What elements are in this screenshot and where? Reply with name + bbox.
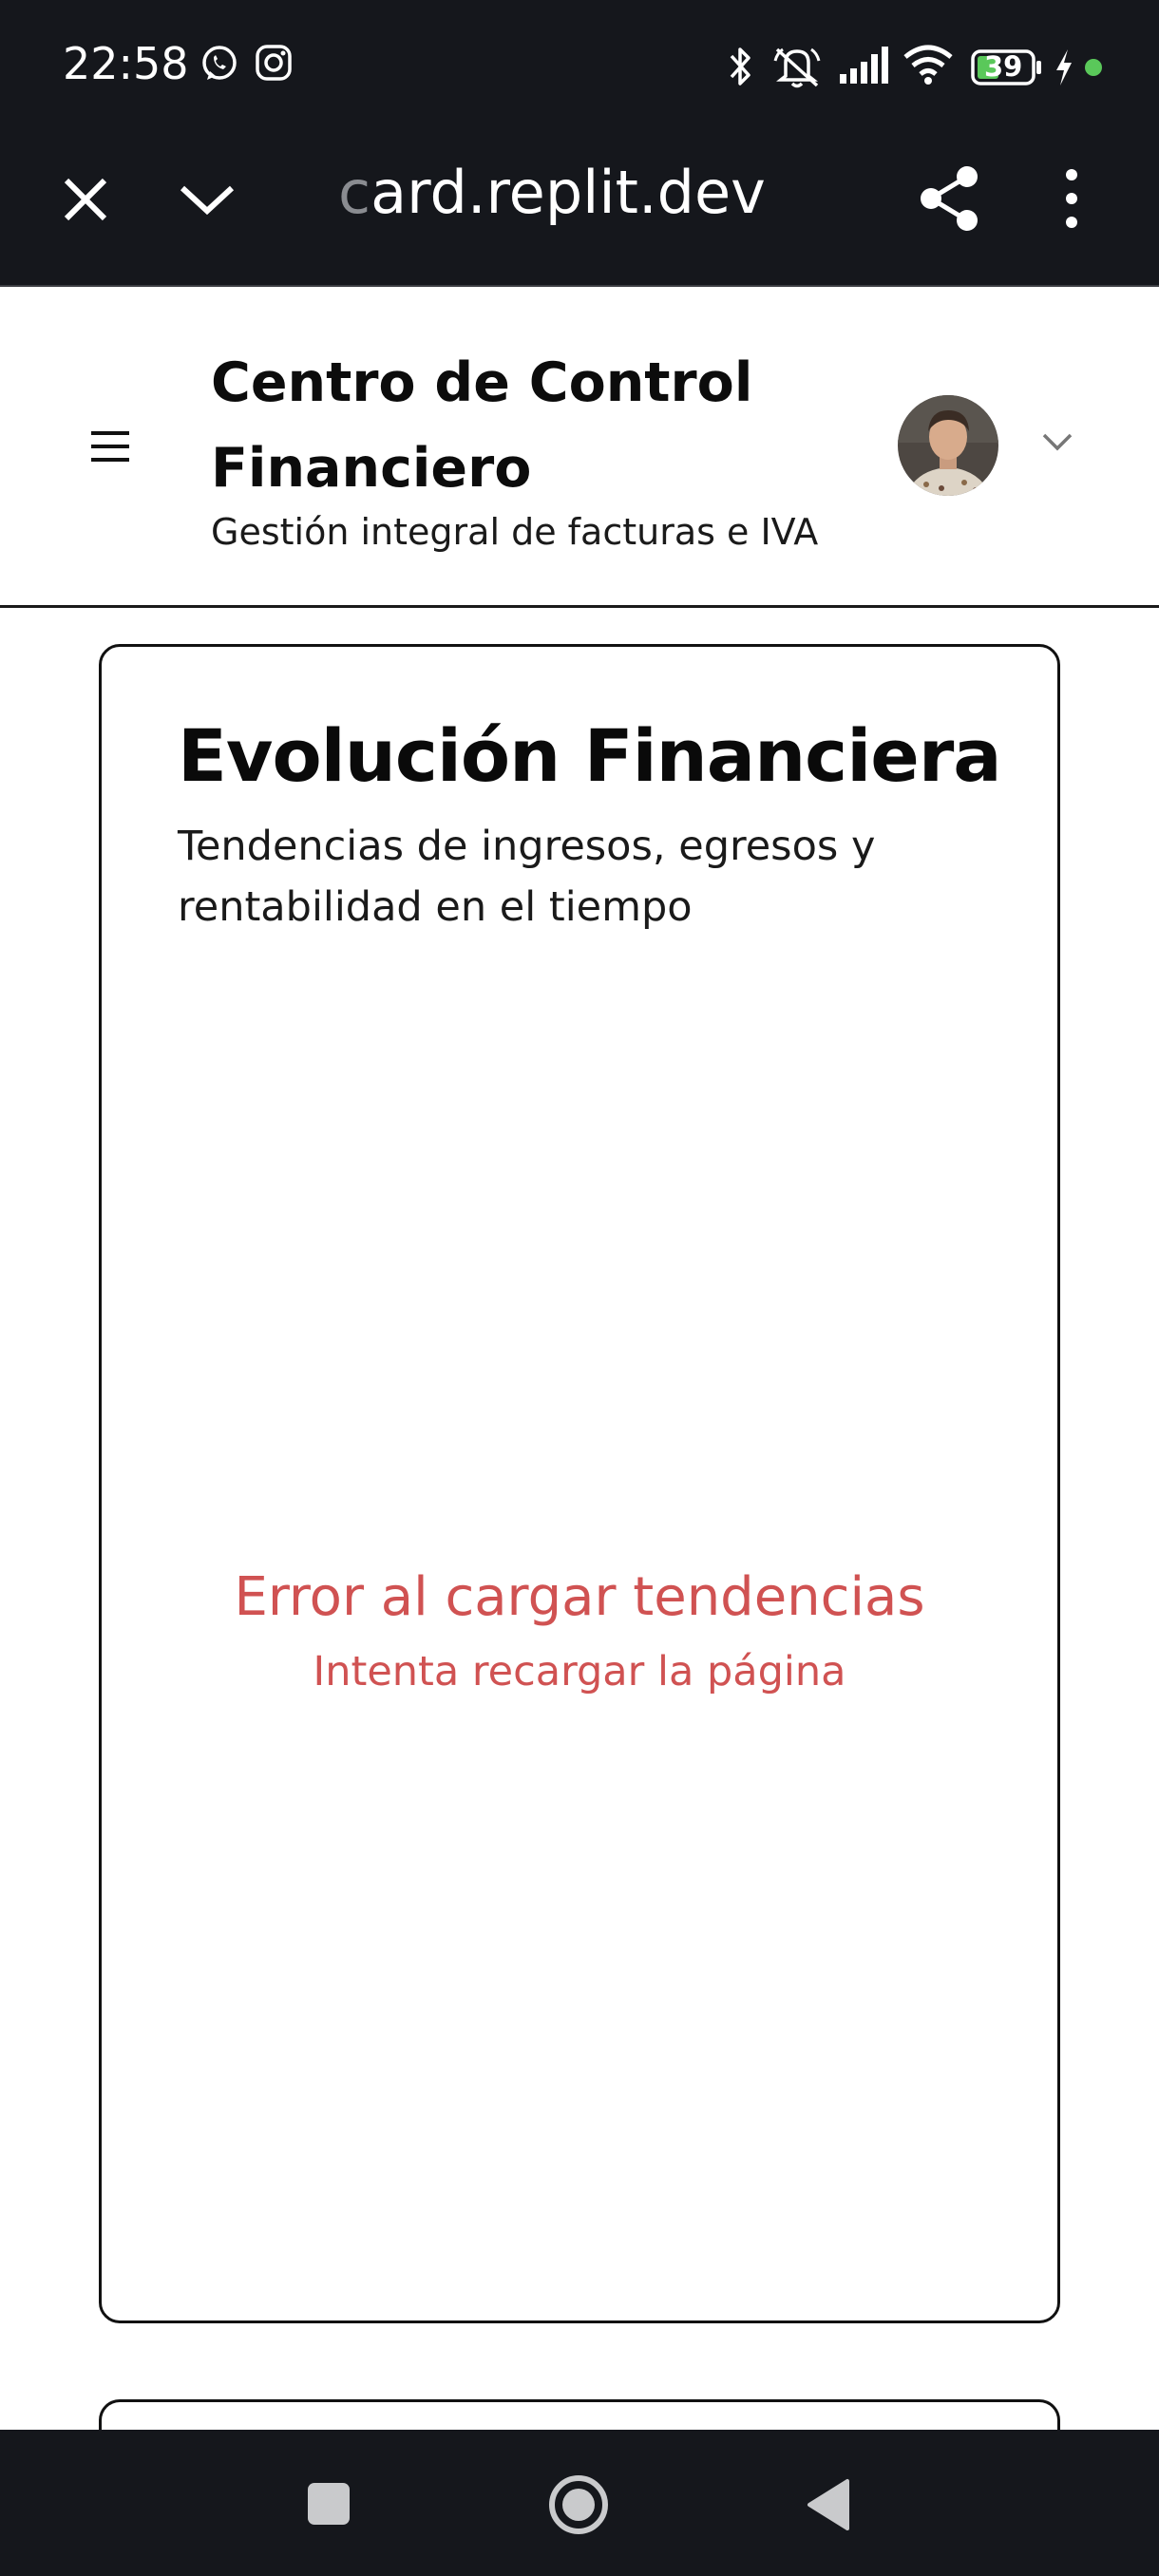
wifi-icon — [903, 45, 953, 85]
page-subtitle: Gestión integral de facturas e IVA — [211, 511, 819, 553]
hamburger-menu-icon[interactable] — [89, 429, 131, 464]
status-bar: 22:58 39 — [0, 0, 1159, 133]
card-description: Tendencias de ingresos, egresos y rentab… — [178, 823, 876, 931]
home-button[interactable] — [547, 2473, 610, 2536]
url-rest: ard.replit.dev — [370, 158, 766, 227]
error-message: Error al cargar tendencias — [234, 1566, 925, 1628]
system-nav-bar — [0, 2430, 1159, 2576]
more-options-icon[interactable] — [1056, 167, 1087, 230]
charging-icon — [1056, 49, 1072, 85]
whatsapp-icon — [202, 46, 237, 80]
share-icon[interactable] — [916, 163, 982, 234]
account-menu-chevron-icon[interactable] — [1041, 431, 1074, 452]
error-hint: Intenta recargar la página — [313, 1648, 846, 1695]
signal-icon — [840, 47, 888, 84]
battery-level: 39 — [984, 50, 1023, 83]
bluetooth-icon — [730, 47, 750, 85]
notification-dot-icon — [1085, 59, 1102, 76]
financial-trends-card: Evolución Financiera Tendencias de ingre… — [99, 644, 1060, 2323]
chevron-down-icon[interactable] — [177, 180, 238, 218]
avatar[interactable] — [898, 395, 998, 496]
app-header: Centro de Control Financiero Gestión int… — [0, 287, 1159, 608]
close-icon[interactable] — [59, 173, 112, 226]
recent-apps-button[interactable] — [306, 2481, 352, 2527]
battery-icon: 39 — [971, 49, 1043, 85]
page-title: Centro de Control Financiero — [211, 351, 753, 500]
card-title: Evolución Financiera — [178, 713, 1002, 798]
status-time: 22:58 — [63, 38, 189, 89]
url-display[interactable]: card.replit.dev — [338, 158, 766, 227]
url-leading: c — [338, 158, 371, 227]
mute-icon — [773, 47, 821, 88]
browser-toolbar: card.replit.dev — [0, 133, 1159, 287]
back-button[interactable] — [804, 2477, 851, 2532]
instagram-icon — [256, 45, 292, 81]
